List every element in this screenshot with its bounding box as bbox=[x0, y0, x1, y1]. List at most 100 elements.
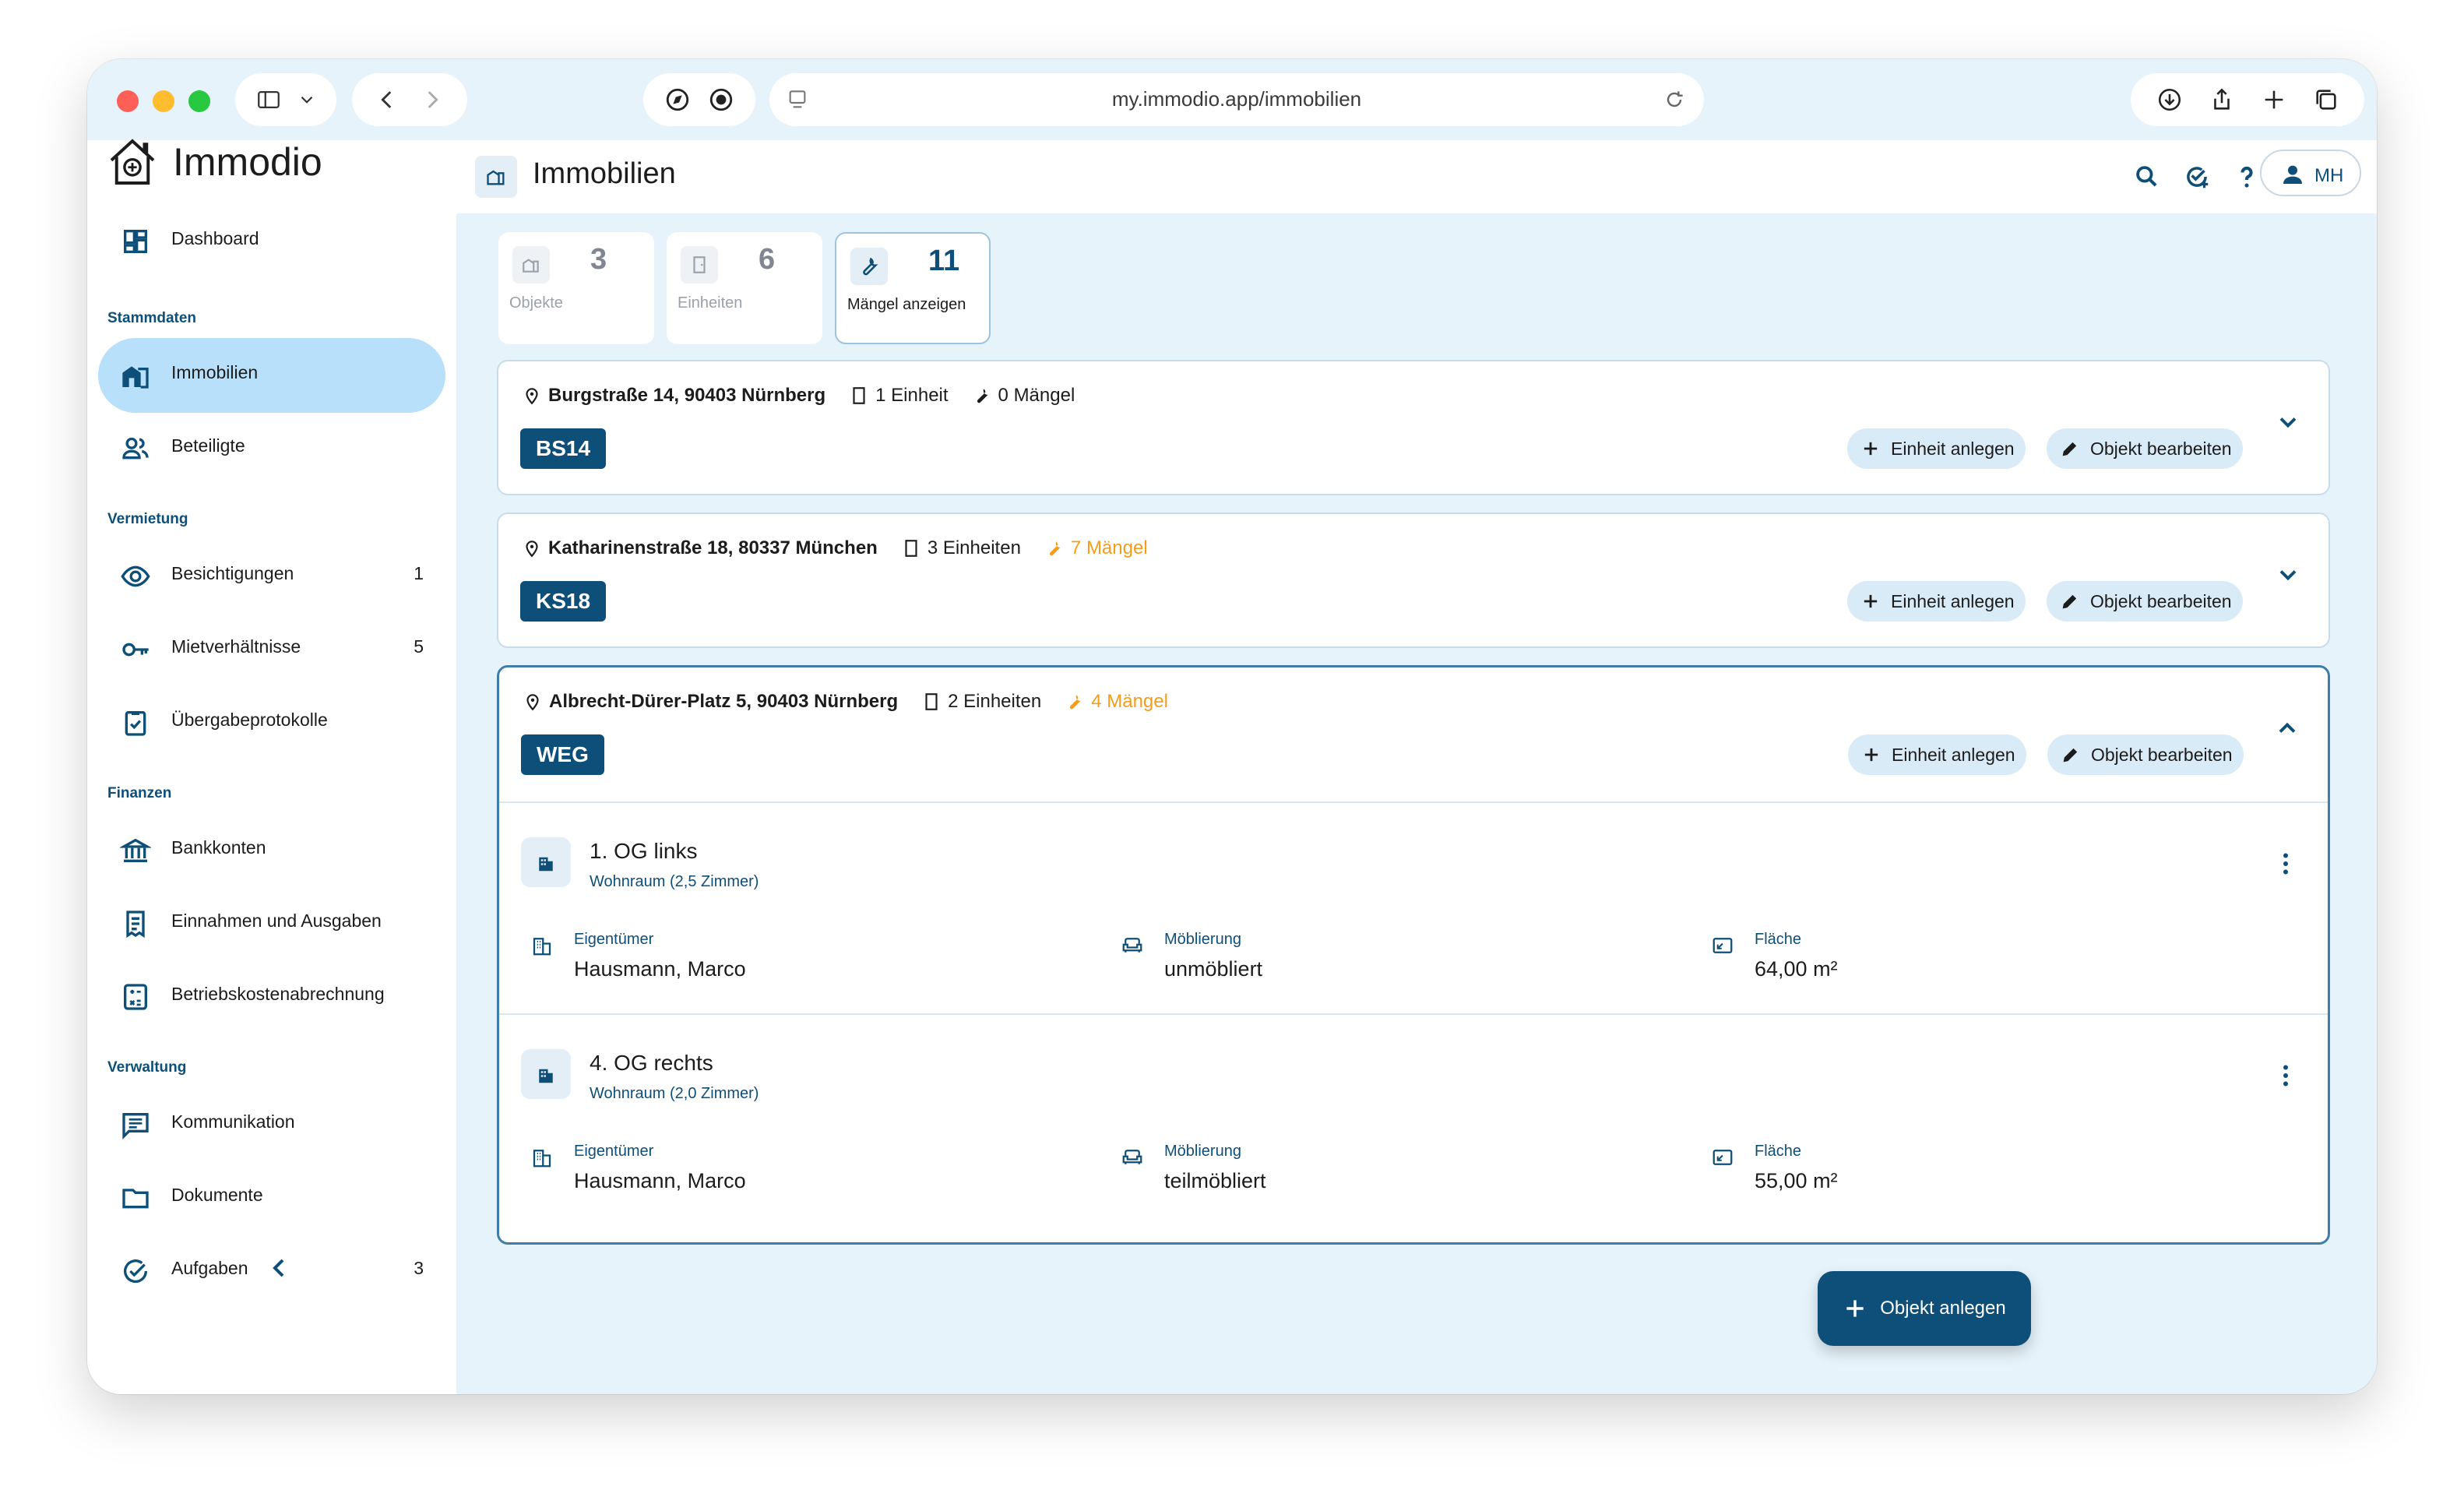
app-logo[interactable]: Immodio bbox=[104, 134, 322, 190]
help-icon[interactable] bbox=[2232, 162, 2262, 192]
sidebar-item-label: Dokumente bbox=[171, 1185, 263, 1205]
unit-row[interactable]: 4. OG rechts Wohnraum (2,0 Zimmer) Eigen… bbox=[499, 1013, 2328, 1225]
property-header: Katharinenstraße 18, 80337 München 3 Ein… bbox=[522, 537, 1148, 559]
sofa-icon bbox=[1122, 938, 1142, 953]
new-tab-icon[interactable] bbox=[2261, 86, 2287, 113]
stat-value: 6 bbox=[759, 243, 776, 276]
property-tag: BS14 bbox=[520, 428, 607, 469]
add-unit-button[interactable]: Einheit anlegen bbox=[1847, 428, 2026, 469]
section-finanzen: Finanzen bbox=[107, 785, 172, 801]
add-property-fab[interactable]: Objekt anlegen bbox=[1818, 1271, 2031, 1346]
minimize-window-button[interactable] bbox=[153, 90, 174, 112]
property-card[interactable]: Burgstraße 14, 90403 Nürnberg 1 Einheit … bbox=[497, 360, 2330, 495]
chevron-down-icon[interactable] bbox=[2274, 561, 2302, 589]
collapse-sidebar-icon[interactable] bbox=[263, 1252, 294, 1284]
forward-arrow-icon[interactable] bbox=[419, 86, 445, 113]
url-text: my.immodio.app/immobilien bbox=[1111, 87, 1362, 111]
add-unit-button[interactable]: Einheit anlegen bbox=[1847, 581, 2026, 622]
sidebar-item-dokumente[interactable]: Dokumente bbox=[98, 1161, 445, 1235]
property-tag: WEG bbox=[521, 734, 604, 775]
page-title: Immobilien bbox=[533, 157, 676, 190]
sidebar-item-kommunikation[interactable]: Kommunikation bbox=[98, 1087, 445, 1162]
unit-icon-box bbox=[521, 1049, 571, 1099]
field-label: Möblierung bbox=[1164, 1143, 1241, 1160]
sidebar-toggle-icon[interactable] bbox=[255, 86, 282, 113]
edit-property-button[interactable]: Objekt bearbeiten bbox=[2047, 581, 2243, 622]
unit-count: 1 Einheit bbox=[875, 385, 949, 406]
section-vermietung: Vermietung bbox=[107, 511, 188, 527]
wrench-icon bbox=[977, 389, 988, 403]
sidebar-toggle-group[interactable] bbox=[235, 73, 336, 126]
chevron-down-icon[interactable] bbox=[2274, 408, 2302, 436]
tabs-overview-icon[interactable] bbox=[2313, 86, 2339, 113]
property-address: Burgstraße 14, 90403 Nürnberg bbox=[548, 385, 826, 406]
defect-count[interactable]: 4 Mängel bbox=[1091, 691, 1168, 713]
people-icon bbox=[122, 437, 149, 460]
address-bar[interactable]: my.immodio.app/immobilien bbox=[769, 73, 1704, 126]
edit-property-button[interactable]: Objekt bearbeiten bbox=[2047, 734, 2244, 775]
pencil-icon bbox=[2062, 594, 2077, 609]
field-label: Eigentümer bbox=[574, 1143, 654, 1160]
property-card-expanded[interactable]: Albrecht-Dürer-Platz 5, 90403 Nürnberg 2… bbox=[497, 665, 2330, 1245]
more-vert-icon[interactable] bbox=[2272, 850, 2300, 878]
chevron-down-icon[interactable] bbox=[297, 90, 317, 110]
compass-icon[interactable] bbox=[664, 86, 691, 113]
sidebar-item-dashboard[interactable]: Dashboard bbox=[98, 204, 445, 279]
sidebar-item-mietverhaeltnisse[interactable]: Mietverhältnisse 5 bbox=[98, 612, 445, 687]
message-icon bbox=[122, 1113, 149, 1140]
door-icon bbox=[905, 540, 917, 557]
search-icon[interactable] bbox=[2132, 162, 2162, 192]
stat-card-maengel[interactable]: 11 Mängel anzeigen bbox=[835, 232, 991, 344]
unit-subtitle: Wohnraum (2,5 Zimmer) bbox=[590, 873, 759, 890]
field-label: Fläche bbox=[1755, 1143, 1802, 1160]
download-icon[interactable] bbox=[2156, 86, 2183, 113]
field-label: Eigentümer bbox=[574, 931, 654, 948]
unit-icon-box bbox=[521, 837, 571, 887]
chevron-up-icon[interactable] bbox=[2273, 714, 2301, 742]
user-menu-button[interactable]: MH bbox=[2260, 150, 2361, 196]
sidebar-item-label: Aufgaben bbox=[171, 1258, 248, 1278]
maximize-window-button[interactable] bbox=[188, 90, 210, 112]
property-card[interactable]: Katharinenstraße 18, 80337 München 3 Ein… bbox=[497, 512, 2330, 648]
field-value: Hausmann, Marco bbox=[574, 957, 746, 981]
sidebar-item-label: Besichtigungen bbox=[171, 563, 294, 583]
close-window-button[interactable] bbox=[117, 90, 139, 112]
button-label: Einheit anlegen bbox=[1891, 438, 2015, 459]
sidebar-item-betriebskosten[interactable]: Betriebskostenabrechnung bbox=[98, 960, 445, 1034]
sidebar-item-uebergabeprotokolle[interactable]: Übergabeprotokolle bbox=[98, 685, 445, 760]
button-label: Einheit anlegen bbox=[1891, 590, 2015, 611]
more-vert-icon[interactable] bbox=[2272, 1062, 2300, 1090]
defect-count[interactable]: 7 Mängel bbox=[1071, 537, 1148, 559]
record-icon[interactable] bbox=[708, 86, 734, 113]
stat-card-einheiten[interactable]: 6 Einheiten bbox=[667, 232, 822, 344]
share-icon[interactable] bbox=[2209, 86, 2235, 113]
stat-icon-box bbox=[850, 248, 888, 285]
apartment-icon bbox=[539, 1069, 553, 1083]
badge-count: 5 bbox=[414, 636, 424, 657]
stat-card-objekte[interactable]: 3 Objekte bbox=[498, 232, 654, 344]
sidebar-item-einnahmen[interactable]: Einnahmen und Ausgaben bbox=[98, 886, 445, 961]
plus-icon bbox=[1864, 748, 1878, 762]
location-pin-icon bbox=[526, 388, 538, 405]
sidebar-item-immobilien[interactable]: Immobilien bbox=[98, 338, 445, 413]
stat-label: Einheiten bbox=[678, 294, 743, 312]
task-check-icon bbox=[124, 1259, 148, 1284]
edit-property-button[interactable]: Objekt bearbeiten bbox=[2047, 428, 2243, 469]
add-task-icon[interactable] bbox=[2182, 162, 2212, 192]
reload-icon[interactable] bbox=[1662, 87, 1687, 112]
sidebar-item-label: Betriebskostenabrechnung bbox=[171, 984, 385, 1004]
unit-row[interactable]: 1. OG links Wohnraum (2,5 Zimmer) Eigent… bbox=[499, 801, 2328, 1013]
sidebar-item-bankkonten[interactable]: Bankkonten bbox=[98, 813, 445, 888]
sidebar-item-besichtigungen[interactable]: Besichtigungen 1 bbox=[98, 539, 445, 614]
sidebar-item-beteiligte[interactable]: Beteiligte bbox=[98, 411, 445, 486]
field-value: teilmöbliert bbox=[1164, 1169, 1266, 1192]
user-icon bbox=[2283, 165, 2302, 184]
field-value: unmöbliert bbox=[1164, 957, 1263, 981]
add-unit-button[interactable]: Einheit anlegen bbox=[1848, 734, 2026, 775]
back-arrow-icon[interactable] bbox=[374, 86, 400, 113]
sidebar-item-label: Mietverhältnisse bbox=[171, 636, 301, 657]
bank-icon bbox=[120, 838, 151, 862]
field-label: Möblierung bbox=[1164, 931, 1241, 948]
location-pin-icon bbox=[526, 694, 539, 711]
extension-group bbox=[643, 73, 755, 126]
